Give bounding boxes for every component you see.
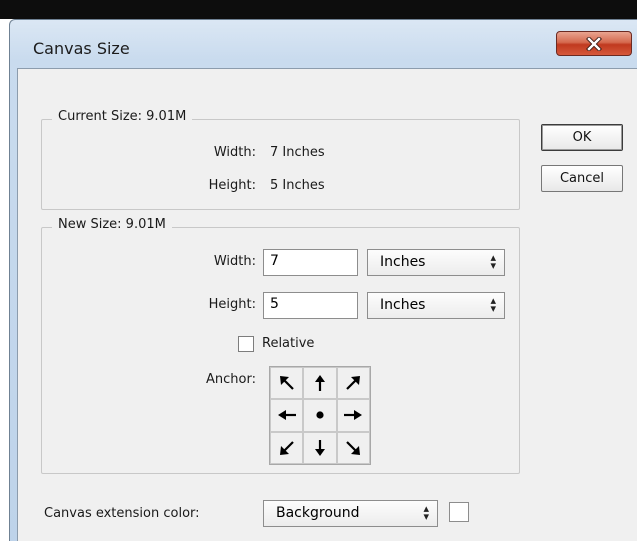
arrow-right-icon: [344, 410, 363, 421]
dialog-client-area: Current Size: 9.01M Width: 7 Inches Heig…: [17, 68, 637, 541]
close-icon: [586, 36, 602, 51]
anchor-right[interactable]: [336, 399, 370, 432]
new-height-unit-value: Inches: [380, 297, 426, 313]
arrow-up-left-icon: [279, 376, 294, 390]
new-width-label: Width:: [213, 254, 256, 269]
new-height-label: Height:: [208, 297, 256, 312]
anchor-label: Anchor:: [206, 372, 256, 387]
anchor-bottom-left[interactable]: [270, 431, 304, 464]
close-button[interactable]: [556, 31, 632, 56]
arrow-left-icon: [277, 410, 296, 421]
arrow-down-right-icon: [346, 441, 361, 455]
new-width-input[interactable]: 7: [263, 249, 358, 276]
dot-icon: [316, 411, 324, 420]
canvas-size-dialog: Canvas Size Current Size: 9.01M Width: 7…: [9, 19, 637, 541]
new-width-unit-value: Inches: [380, 254, 426, 270]
new-height-unit-select[interactable]: Inches ▴ ▾: [367, 292, 505, 319]
current-height-label: Height:: [208, 178, 256, 193]
current-width-label: Width:: [213, 145, 256, 160]
select-arrows-icon: ▴ ▾: [423, 502, 429, 523]
arrow-down-left-icon: [279, 441, 294, 455]
anchor-left[interactable]: [270, 399, 304, 432]
extension-color-swatch[interactable]: [449, 502, 469, 522]
current-height-value: 5 Inches: [270, 178, 325, 193]
extension-color-label: Canvas extension color:: [44, 506, 200, 521]
dialog-title: Canvas Size: [33, 39, 130, 58]
anchor-bottom-right[interactable]: [336, 431, 370, 464]
anchor-top-right[interactable]: [336, 367, 370, 400]
relative-label[interactable]: Relative: [262, 336, 314, 351]
cancel-button[interactable]: Cancel: [541, 165, 623, 192]
anchor-top-left[interactable]: [270, 367, 304, 400]
anchor-center[interactable]: [303, 399, 337, 432]
backdrop: [0, 0, 637, 19]
new-height-input[interactable]: 5: [263, 292, 358, 319]
arrow-down-icon: [314, 439, 325, 456]
current-size-legend: Current Size: 9.01M: [52, 109, 193, 124]
arrow-up-icon: [314, 375, 325, 392]
title-bar: Canvas Size: [10, 20, 637, 68]
anchor-top[interactable]: [303, 367, 337, 400]
new-width-unit-select[interactable]: Inches ▴ ▾: [367, 249, 505, 276]
anchor-grid: [269, 366, 371, 465]
select-arrows-icon: ▴ ▾: [490, 251, 496, 272]
anchor-bottom[interactable]: [303, 431, 337, 464]
extension-color-select[interactable]: Background ▴ ▾: [263, 500, 438, 527]
arrow-up-right-icon: [346, 376, 361, 390]
current-width-value: 7 Inches: [270, 145, 325, 160]
select-arrows-icon: ▴ ▾: [490, 294, 496, 315]
new-size-legend: New Size: 9.01M: [52, 217, 172, 232]
current-size-group: [41, 119, 520, 210]
ok-button[interactable]: OK: [541, 124, 623, 151]
extension-color-value: Background: [276, 505, 360, 521]
relative-checkbox[interactable]: [238, 336, 254, 352]
